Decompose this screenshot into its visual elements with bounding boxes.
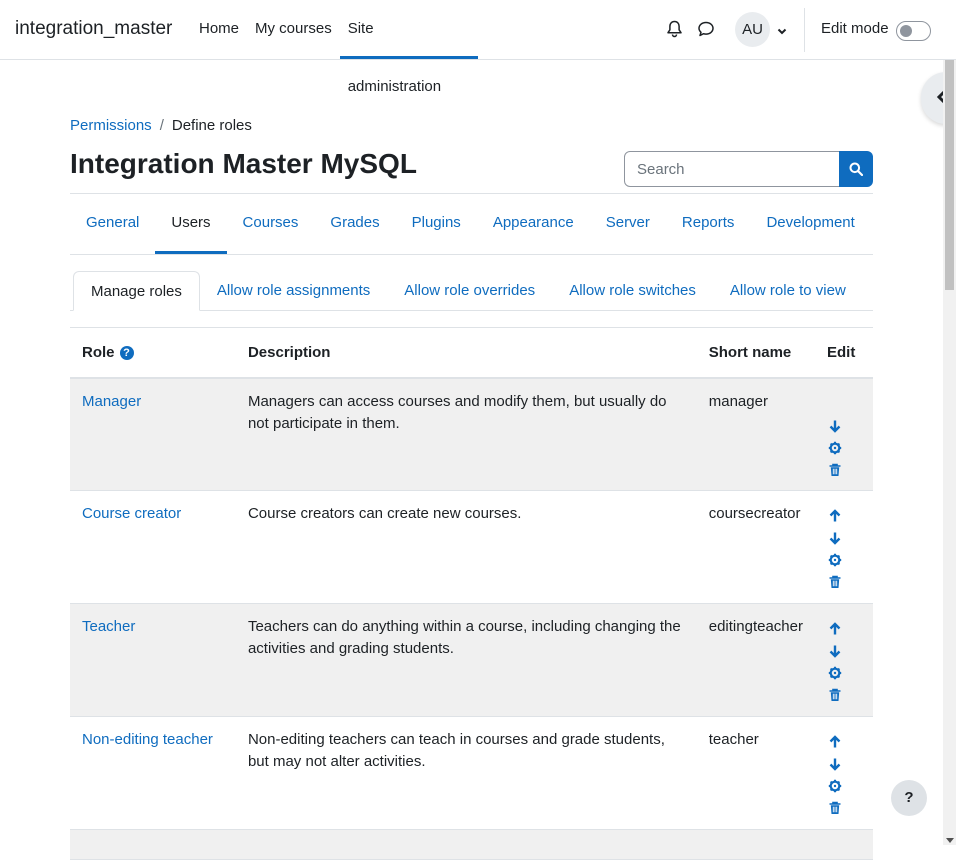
search-icon — [849, 162, 863, 176]
tab-allow-role-assignments[interactable]: Allow role assignments — [200, 271, 387, 311]
tab-courses[interactable]: Courses — [227, 194, 315, 254]
breadcrumb-permissions[interactable]: Permissions — [70, 117, 152, 134]
tab-users[interactable]: Users — [155, 194, 227, 254]
role-link[interactable]: Teacher — [82, 618, 135, 635]
trash-icon[interactable] — [827, 684, 843, 706]
breadcrumb-separator: / — [159, 117, 164, 134]
primary-navigation: Home My courses Site administration — [191, 0, 478, 95]
edit-cell — [814, 603, 873, 717]
header-description: Description — [235, 327, 697, 379]
tab-allow-role-overrides[interactable]: Allow role overrides — [387, 271, 552, 311]
navbar-divider — [804, 8, 805, 52]
role-name-cell: Non-editing teacher — [70, 716, 236, 830]
page-title: Integration Master MySQL — [70, 148, 417, 179]
edit-mode-label: Edit mode — [821, 20, 889, 37]
top-navbar: integration_master Home My courses Site … — [0, 0, 956, 95]
edit-mode-toggle[interactable] — [896, 21, 931, 41]
tab-plugins[interactable]: Plugins — [396, 194, 477, 254]
nav-home[interactable]: Home — [191, 0, 247, 59]
tab-reports[interactable]: Reports — [666, 194, 751, 254]
trash-icon[interactable] — [827, 459, 843, 481]
table-row: Course creator Course creators can creat… — [70, 490, 873, 604]
move-down-arrow-icon[interactable] — [827, 415, 843, 437]
move-down-arrow-icon[interactable] — [827, 527, 843, 549]
move-down-arrow-icon[interactable] — [827, 753, 843, 775]
move-up-arrow-icon[interactable] — [827, 505, 843, 527]
help-button[interactable]: ? — [891, 780, 927, 816]
admin-category-tabs: General Users Courses Grades Plugins App… — [70, 194, 873, 255]
edit-cell — [814, 490, 873, 604]
tab-allow-role-to-view[interactable]: Allow role to view — [713, 271, 863, 311]
role-name-cell: Teacher — [70, 603, 236, 717]
breadcrumb: Permissions / Define roles — [70, 117, 252, 134]
scroll-down-arrow-icon[interactable] — [946, 838, 954, 843]
tab-development[interactable]: Development — [750, 194, 870, 254]
move-up-arrow-icon[interactable] — [827, 618, 843, 640]
header-role: Role? — [70, 327, 236, 379]
role-link[interactable]: Manager — [82, 393, 141, 410]
nav-site-administration[interactable]: Site administration — [339, 0, 478, 95]
role-short-name: coursecreator — [696, 490, 815, 604]
role-link[interactable]: Course creator — [82, 505, 181, 522]
notifications-bell-icon[interactable] — [666, 20, 684, 38]
role-description: Course creators can create new courses. — [235, 490, 697, 604]
role-short-name: teacher — [696, 716, 815, 830]
edit-cell — [814, 716, 873, 830]
gear-icon[interactable] — [827, 549, 843, 571]
toggle-knob — [900, 25, 912, 37]
role-link[interactable]: Non-editing teacher — [82, 731, 213, 748]
trash-icon[interactable] — [827, 797, 843, 819]
edit-cell — [814, 377, 873, 491]
page-scrollbar[interactable] — [943, 60, 956, 845]
header-role-label: Role — [82, 343, 115, 361]
role-name-cell: Course creator — [70, 490, 236, 604]
role-name-cell: Manager — [70, 377, 236, 491]
table-row: Manager Managers can access courses and … — [70, 377, 873, 491]
role-short-name: editingteacher — [696, 603, 815, 717]
nav-my-courses[interactable]: My courses — [247, 0, 340, 59]
role-description: Managers can access courses and modify t… — [235, 377, 697, 491]
tab-grades[interactable]: Grades — [314, 194, 395, 254]
table-header-row: Role? Description Short name Edit — [70, 327, 873, 379]
help-question-icon[interactable]: ? — [119, 345, 134, 360]
search-input[interactable] — [624, 151, 840, 187]
role-short-name: manager — [696, 377, 815, 491]
header-short-name: Short name — [696, 327, 815, 379]
tab-manage-roles[interactable]: Manage roles — [73, 271, 200, 311]
messages-chat-icon[interactable] — [697, 20, 715, 38]
breadcrumb-define-roles: Define roles — [171, 117, 252, 134]
move-up-arrow-icon[interactable] — [827, 731, 843, 753]
tab-appearance[interactable]: Appearance — [477, 194, 590, 254]
search-button[interactable] — [839, 151, 873, 187]
trash-icon[interactable] — [827, 571, 843, 593]
role-description: Teachers can do anything within a course… — [235, 603, 697, 717]
site-name[interactable]: integration_master — [15, 18, 172, 40]
tab-server[interactable]: Server — [590, 194, 666, 254]
tab-general[interactable]: General — [70, 194, 155, 254]
table-row: Non-editing teacher Non-editing teachers… — [70, 716, 873, 830]
roles-table: Role? Description Short name Edit Manage… — [70, 327, 873, 860]
gear-icon[interactable] — [827, 775, 843, 797]
gear-icon[interactable] — [827, 437, 843, 459]
role-management-tabs: Manage roles Allow role assignments Allo… — [73, 271, 873, 311]
gear-icon[interactable] — [827, 662, 843, 684]
role-description: Non-editing teachers can teach in course… — [235, 716, 697, 830]
tab-allow-role-switches[interactable]: Allow role switches — [552, 271, 713, 311]
chevron-down-icon[interactable] — [776, 24, 788, 36]
move-down-arrow-icon[interactable] — [827, 640, 843, 662]
header-edit: Edit — [814, 327, 873, 379]
user-avatar[interactable]: AU — [735, 12, 770, 47]
scrollbar-thumb[interactable] — [945, 60, 954, 290]
table-row: Teacher Teachers can do anything within … — [70, 603, 873, 717]
